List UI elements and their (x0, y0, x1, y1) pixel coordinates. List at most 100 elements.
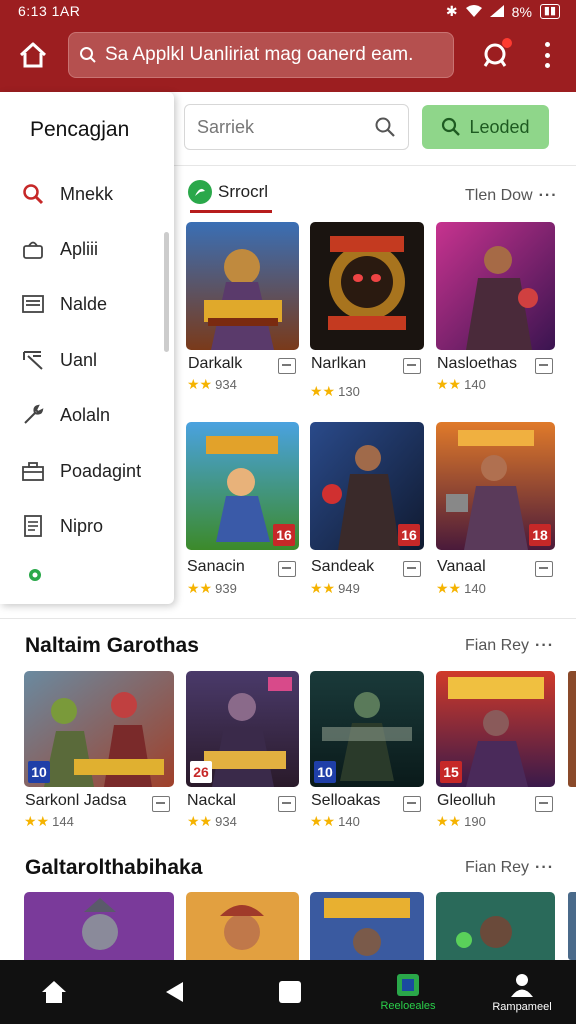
see-all-label: Fian Rey (465, 637, 530, 654)
drawer-item-6[interactable]: Poadagint (20, 453, 160, 489)
install-icon[interactable] (403, 358, 421, 374)
home-button[interactable] (14, 36, 52, 74)
star-icon: ★★ (310, 383, 336, 399)
game-rating: ★★ 130 (310, 383, 360, 400)
game-tile[interactable] (24, 892, 174, 960)
age-rating-badge: 18 (529, 524, 551, 546)
see-all-label: Fian Rey (465, 859, 530, 876)
next-tile-peek[interactable] (568, 892, 576, 960)
see-all-link[interactable]: Fian Rey ··· (465, 859, 554, 877)
nav-back-button[interactable] (154, 960, 194, 1024)
game-pad-icon (188, 180, 212, 204)
rating-value: 140 (464, 581, 486, 596)
game-rating: ★★ 934 (187, 376, 237, 393)
status-time: 6:13 1AR (18, 3, 81, 19)
game-title: Sarkonl Jadsa (25, 792, 127, 809)
tab-indicator (190, 210, 272, 213)
install-icon[interactable] (535, 358, 553, 374)
content-search-input[interactable]: Sarriek (184, 104, 409, 150)
install-icon[interactable] (403, 796, 421, 812)
install-icon[interactable] (535, 561, 553, 577)
dot (544, 63, 550, 68)
rating-value: 140 (464, 377, 486, 392)
bluetooth-icon: ✱ (445, 3, 458, 19)
star-icon: ★★ (187, 376, 213, 392)
game-tile[interactable]: 10 (24, 671, 174, 787)
tab-selected[interactable]: Srrocrl (188, 180, 268, 204)
status-dot-icon (28, 568, 42, 587)
dot (544, 52, 550, 58)
nav-recents-button[interactable] (270, 960, 310, 1024)
install-icon[interactable] (278, 796, 296, 812)
more-dots-icon: ··· (535, 637, 555, 654)
install-icon[interactable] (535, 796, 553, 812)
search-icon (442, 117, 461, 136)
install-icon[interactable] (403, 561, 421, 577)
nav-home-button[interactable] (34, 960, 74, 1024)
game-tile[interactable]: 16 (310, 422, 424, 550)
star-icon: ★★ (187, 813, 213, 829)
drawer-scrollbar[interactable] (164, 232, 169, 352)
game-tile[interactable]: 15 (436, 671, 555, 787)
status-bar: 6:13 1AR ✱ 8% ▮▮ (0, 0, 576, 24)
age-rating-badge: 26 (190, 761, 212, 783)
navigation-drawer: Pencagjan Mnekk Apliii Nalde Uanl Aolaln (0, 92, 174, 604)
more-options-button[interactable] (532, 38, 562, 72)
see-all-link[interactable]: Tlen Dow ··· (465, 187, 558, 205)
nav-profile-button[interactable]: Rampameel (486, 960, 558, 1024)
drawer-item-2[interactable]: Apliii (20, 231, 160, 267)
game-rating: ★★ 934 (187, 813, 237, 830)
game-artwork (186, 892, 299, 960)
game-artwork (310, 222, 424, 350)
install-icon[interactable] (278, 358, 296, 374)
drawer-item-4[interactable]: Uanl (20, 342, 160, 378)
game-tile[interactable] (436, 892, 555, 960)
wrench-icon (20, 402, 46, 428)
game-title: Nackal (187, 792, 236, 809)
game-rating: ★★ 190 (436, 813, 486, 830)
game-rating: ★★ 140 (436, 376, 486, 393)
game-tile[interactable] (310, 222, 424, 350)
game-tile[interactable]: 10 (310, 671, 424, 787)
next-tile-peek[interactable] (568, 671, 576, 787)
loaded-button[interactable]: Leoded (422, 105, 549, 149)
drawer-item-5[interactable]: Aolaln (20, 397, 160, 433)
game-tile[interactable] (186, 222, 299, 350)
game-title: Selloakas (311, 792, 381, 809)
notification-dot (502, 38, 512, 48)
drawer-item-label: Apliii (60, 238, 99, 259)
rating-value: 934 (215, 377, 237, 392)
game-tile[interactable] (310, 892, 424, 960)
game-tile[interactable] (436, 222, 555, 350)
rating-value: 144 (52, 814, 74, 829)
notification-button[interactable] (474, 34, 516, 76)
game-artwork (186, 222, 299, 350)
game-tile[interactable]: 18 (436, 422, 555, 550)
drawer-item-3[interactable]: Nalde (20, 286, 160, 322)
star-icon: ★★ (187, 580, 213, 596)
game-title: Narlkan (311, 355, 367, 372)
header-search-bar[interactable]: Sa Applkl Uanliriat mag oanerd eam. (68, 32, 454, 78)
nav-games-button[interactable]: Reeloeales (372, 960, 444, 1024)
game-tile[interactable]: 26 (186, 671, 299, 787)
drawer-item-label: Nalde (60, 293, 108, 314)
search-icon (20, 181, 46, 207)
game-tile[interactable] (186, 892, 299, 960)
star-icon: ★★ (310, 813, 336, 829)
drawer-item-label: Uanl (60, 349, 98, 370)
drawer-item-7[interactable]: Nipro (20, 508, 160, 544)
drawer-item-1[interactable]: Mnekk (20, 176, 160, 212)
install-icon[interactable] (278, 561, 296, 577)
search-icon (80, 47, 96, 63)
see-all-link[interactable]: Fian Rey ··· (465, 637, 554, 655)
document-icon (20, 513, 46, 539)
rating-value: 934 (215, 814, 237, 829)
star-icon: ★★ (436, 376, 462, 392)
install-icon[interactable] (152, 796, 170, 812)
drawer-item-label: Mnekk (60, 183, 114, 204)
back-triangle-icon (166, 982, 183, 1002)
nav-profile-label: Rampameel (492, 1000, 552, 1013)
divider (0, 618, 576, 619)
game-rating: ★★ 140 (436, 580, 486, 597)
game-tile[interactable]: 16 (186, 422, 299, 550)
